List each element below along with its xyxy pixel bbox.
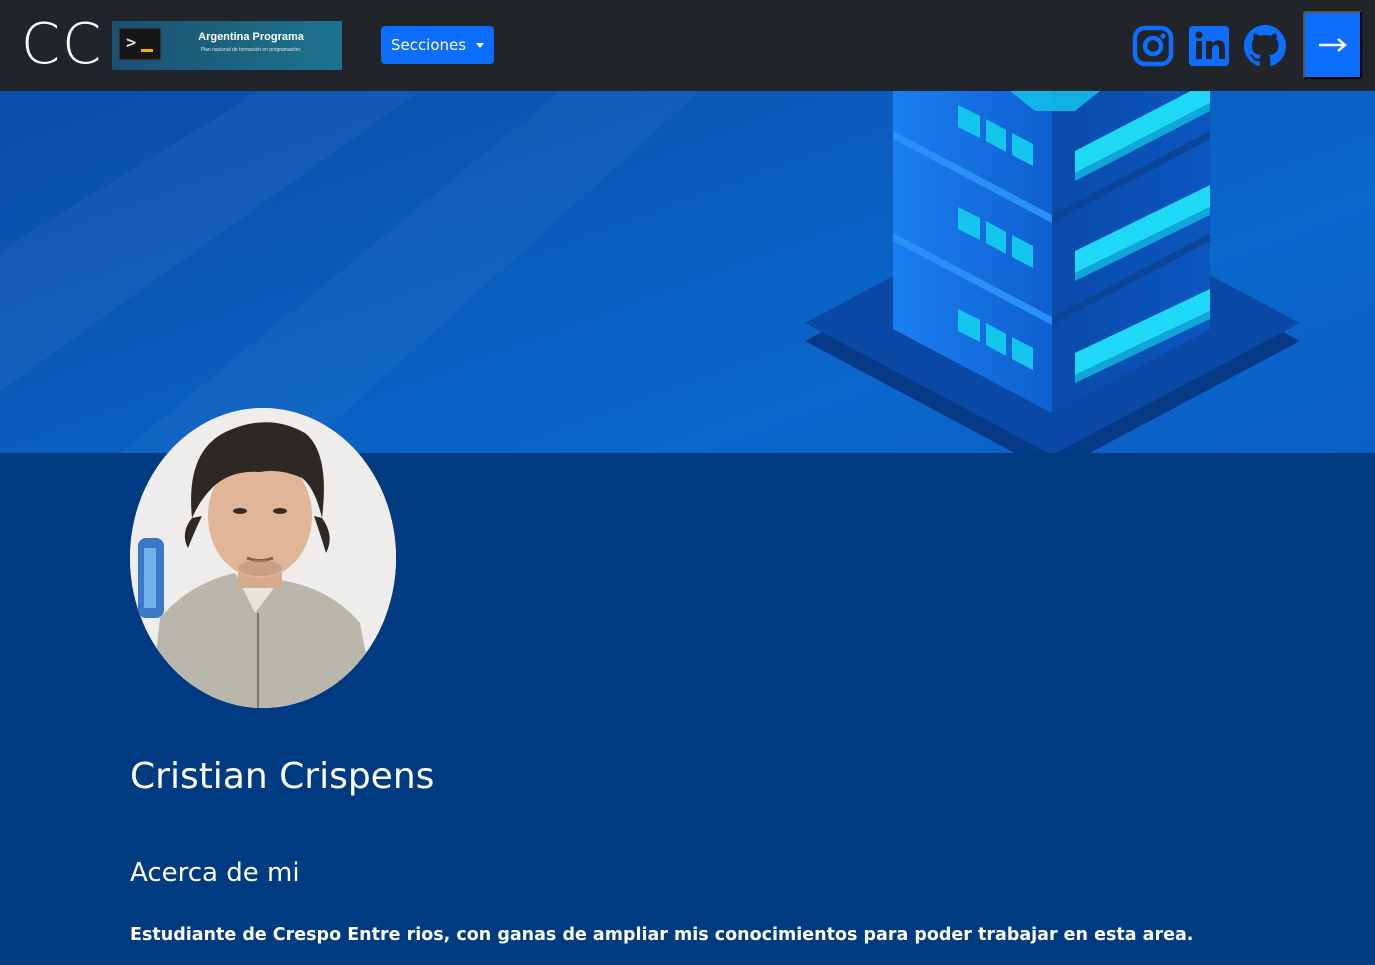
terminal-icon: > bbox=[119, 28, 161, 60]
person-avatar-icon bbox=[130, 408, 396, 708]
sections-dropdown-button[interactable]: Secciones bbox=[381, 26, 494, 64]
about-heading: Acerca de mi bbox=[130, 858, 300, 888]
navbar: CC > Argentina Programa Plan nacional de… bbox=[0, 0, 1375, 91]
instagram-link[interactable] bbox=[1132, 25, 1174, 67]
argentina-programa-logo[interactable]: > Argentina Programa Plan nacional de fo… bbox=[112, 21, 342, 70]
brand-logo[interactable]: CC bbox=[21, 14, 103, 76]
caret-down-icon bbox=[476, 42, 485, 48]
linkedin-icon bbox=[1189, 26, 1229, 66]
profile-photo bbox=[130, 408, 396, 708]
instagram-icon bbox=[1132, 25, 1174, 67]
arrow-right-icon bbox=[1318, 38, 1347, 52]
profile-name: Cristian Crispens bbox=[130, 756, 435, 797]
terminal-cursor bbox=[141, 49, 153, 52]
server-illustration bbox=[0, 91, 1300, 453]
linkedin-link[interactable] bbox=[1188, 25, 1230, 67]
github-icon bbox=[1244, 25, 1286, 66]
logo-title: Argentina Programa bbox=[198, 31, 304, 43]
github-link[interactable] bbox=[1244, 25, 1286, 67]
about-text: Estudiante de Crespo Entre rios, con gan… bbox=[130, 925, 1194, 945]
hero-banner bbox=[0, 91, 1375, 453]
logo-subtitle: Plan nacional de formación en programaci… bbox=[200, 47, 302, 53]
terminal-prompt: > bbox=[126, 33, 137, 53]
sections-label: Secciones bbox=[390, 36, 467, 54]
login-button[interactable] bbox=[1303, 11, 1362, 79]
